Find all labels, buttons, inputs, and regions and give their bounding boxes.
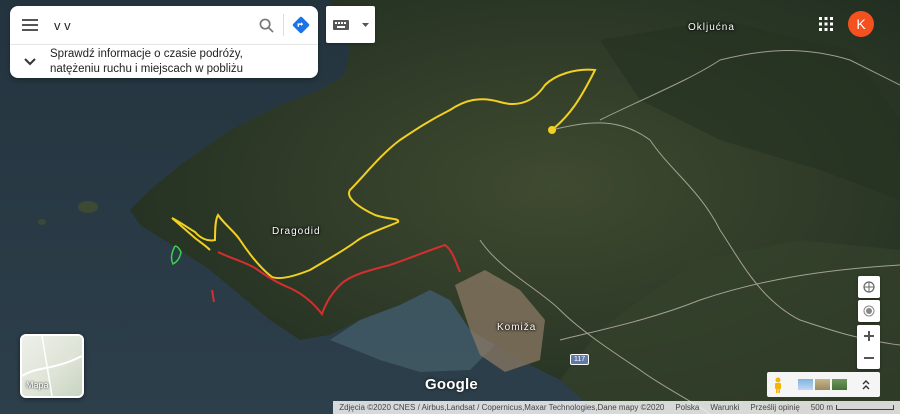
- expand-button[interactable]: [859, 372, 873, 397]
- bottom-controls: [767, 372, 880, 397]
- imagery-attribution: Zdjęcia ©2020 CNES / Airbus,Landsat / Co…: [339, 403, 665, 412]
- imagery-thumb-1[interactable]: [798, 379, 813, 390]
- compass-icon: [863, 281, 875, 293]
- layer-toggle[interactable]: Mapa: [20, 334, 84, 398]
- input-tools-button[interactable]: [326, 6, 375, 43]
- pegman-icon: [775, 377, 781, 393]
- directions-button[interactable]: [284, 6, 318, 44]
- suggestion-text: Sprawdź informacje o czasie podróży, nat…: [50, 47, 243, 77]
- my-location-icon: [863, 305, 875, 317]
- map-label-dragodid: Dragodid: [272, 226, 321, 237]
- map-label-komiza: Komiža: [497, 322, 537, 333]
- zoom-out-button[interactable]: [857, 347, 880, 369]
- suggestion-row[interactable]: Sprawdź informacje o czasie podróży, nat…: [10, 45, 318, 78]
- chevron-down-icon: [10, 58, 50, 66]
- pegman-button[interactable]: [767, 372, 789, 397]
- directions-icon: [292, 16, 310, 34]
- plus-icon: [863, 331, 874, 341]
- account-avatar[interactable]: K: [848, 11, 874, 37]
- islet-small: [38, 219, 46, 225]
- search-icon: [259, 18, 274, 33]
- apps-grid-icon: [819, 17, 833, 31]
- road-number-badge: 117: [570, 354, 590, 365]
- menu-button[interactable]: [10, 6, 50, 44]
- chevron-up-icon: [862, 379, 870, 389]
- search-input[interactable]: [50, 10, 249, 40]
- menu-icon: [22, 19, 38, 31]
- zoom-control: [857, 325, 880, 369]
- imagery-thumb-3[interactable]: [832, 379, 847, 390]
- zoom-in-button[interactable]: [857, 325, 880, 347]
- terms-link[interactable]: Warunki: [710, 403, 739, 412]
- map-label-okljucna: Okljućna: [688, 22, 735, 33]
- imagery-thumb-2[interactable]: [815, 379, 830, 390]
- search-button[interactable]: [249, 6, 283, 44]
- feedback-link[interactable]: Prześlij opinię: [750, 403, 799, 412]
- layer-toggle-label: Mapa: [26, 380, 49, 390]
- my-location-button[interactable]: [858, 300, 880, 322]
- islet-west: [78, 201, 98, 213]
- scale-label: 500 m: [810, 403, 833, 412]
- suggestion-line-2: natężeniu ruchu i miejscach w pobliżu: [50, 63, 244, 75]
- scale-bar[interactable]: 500 m: [811, 403, 894, 412]
- country-link[interactable]: Polska: [675, 403, 699, 412]
- search-box: Sprawdź informacje o czasie podróży, nat…: [10, 6, 318, 78]
- attribution-bar: Zdjęcia ©2020 CNES / Airbus,Landsat / Co…: [333, 401, 900, 414]
- compass-button[interactable]: [858, 276, 880, 298]
- keyboard-icon: [332, 19, 349, 30]
- dropdown-arrow-icon: [361, 22, 369, 27]
- google-logo: Google: [425, 376, 478, 393]
- route-start-marker[interactable]: [548, 126, 556, 134]
- scale-line: [836, 405, 894, 410]
- apps-button[interactable]: [815, 13, 837, 35]
- search-row: [10, 6, 318, 45]
- minus-icon: [863, 357, 874, 359]
- suggestion-line-1: Sprawdź informacje o czasie podróży,: [50, 48, 243, 60]
